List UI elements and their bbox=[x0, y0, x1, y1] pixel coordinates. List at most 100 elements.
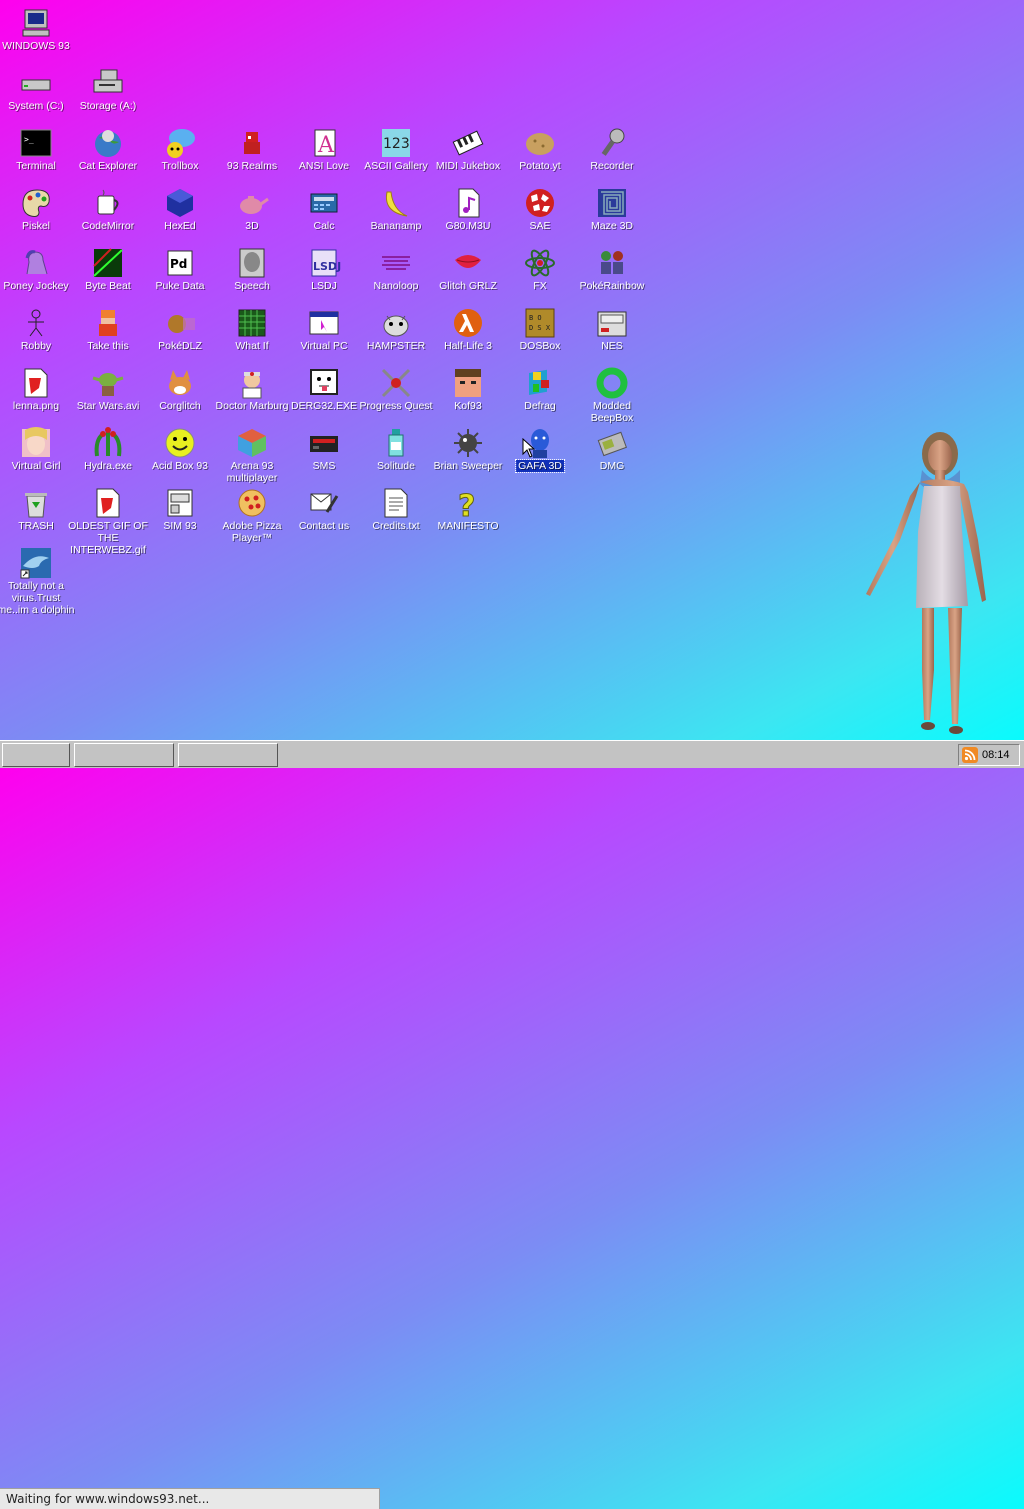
girl-face-icon bbox=[18, 426, 54, 460]
desktop-icon[interactable]: MIDI Jukebox bbox=[432, 124, 504, 184]
desktop-icon[interactable]: OLDEST GIF OF THE INTERWEBZ.gif bbox=[68, 484, 148, 556]
smiley-icon bbox=[162, 426, 198, 460]
desktop-icon[interactable]: Pd Puke Data bbox=[144, 244, 216, 304]
pokemon-glitch-icon bbox=[162, 306, 198, 340]
desktop-icon[interactable]: Progress Quest bbox=[360, 364, 432, 424]
desktop-icon[interactable]: System (C:) bbox=[0, 64, 72, 124]
svg-text:123: 123 bbox=[383, 136, 410, 152]
desktop-icon[interactable]: lenna.png bbox=[0, 364, 72, 424]
desktop-icon[interactable]: PokéRainbow bbox=[576, 244, 648, 304]
desktop-icon[interactable]: Contact us bbox=[288, 484, 360, 544]
desktop-icon[interactable]: SMS bbox=[288, 424, 360, 484]
desktop-icon[interactable]: HexEd bbox=[144, 184, 216, 244]
taskbar-button[interactable] bbox=[178, 743, 278, 767]
desktop-icon[interactable]: Storage (A:) bbox=[72, 64, 144, 124]
svg-text:A: A bbox=[317, 133, 335, 158]
desktop-icon[interactable]: Piskel bbox=[0, 184, 72, 244]
desktop-icon[interactable]: Defrag bbox=[504, 364, 576, 424]
taskbar-button[interactable] bbox=[74, 743, 174, 767]
desktop-icon[interactable]: Adobe Pizza Player™ bbox=[216, 484, 288, 544]
desktop-icon[interactable]: SIM 93 bbox=[144, 484, 216, 544]
desktop-icon[interactable]: Arena 93 multiplayer bbox=[216, 424, 288, 484]
text-file-icon bbox=[378, 486, 414, 520]
desktop-icon-label: Half-Life 3 bbox=[444, 340, 492, 352]
desktop-icon[interactable]: Byte Beat bbox=[72, 244, 144, 304]
desktop-icon[interactable]: G80.M3U bbox=[432, 184, 504, 244]
desktop-icon[interactable]: Maze 3D bbox=[576, 184, 648, 244]
desktop-icon[interactable]: NES bbox=[576, 304, 648, 364]
desktop-icon[interactable]: 123 ASCII Gallery bbox=[360, 124, 432, 184]
desktop-icon[interactable]: What If bbox=[216, 304, 288, 364]
desktop-icon[interactable]: 93 Realms bbox=[216, 124, 288, 184]
desktop-icon[interactable]: Recorder bbox=[576, 124, 648, 184]
desktop-icon[interactable]: LSDJ LSDJ bbox=[288, 244, 360, 304]
desktop-icon-label: ANSI Love bbox=[298, 160, 350, 172]
desktop-icon[interactable]: DMG bbox=[576, 424, 648, 484]
desktop-icon[interactable]: FX bbox=[504, 244, 576, 304]
desktop-icon-label: Virtual PC bbox=[300, 340, 348, 352]
desktop-icon[interactable]: Star Wars.avi bbox=[72, 364, 144, 424]
yoda-icon bbox=[90, 366, 126, 400]
desktop-icon[interactable]: Poney Jockey bbox=[0, 244, 72, 304]
desktop-icon[interactable]: HAMPSTER bbox=[360, 304, 432, 364]
desktop-icon[interactable]: >_ Terminal bbox=[0, 124, 72, 184]
desktop-icon[interactable]: Bananamp bbox=[360, 184, 432, 244]
desktop-icon-label: System (C:) bbox=[8, 100, 64, 112]
desktop-icon[interactable]: CodeMirror bbox=[72, 184, 144, 244]
desktop-icon[interactable]: PokéDLZ bbox=[144, 304, 216, 364]
taskbar-button[interactable] bbox=[2, 743, 70, 767]
desktop-icon[interactable]: Credits.txt bbox=[360, 484, 432, 544]
desktop-icon[interactable]: GAFA 3D bbox=[504, 424, 576, 484]
desktop-icon[interactable]: ? MANIFESTO bbox=[432, 484, 504, 544]
desktop-icon[interactable]: Potato.yt bbox=[504, 124, 576, 184]
desktop-icon-label: Trollbox bbox=[161, 160, 199, 172]
desktop-icon-label: Speech bbox=[234, 280, 270, 292]
desktop-icon[interactable]: SAE bbox=[504, 184, 576, 244]
desktop-icon[interactable]: A ANSI Love bbox=[288, 124, 360, 184]
desktop-icon[interactable]: Half-Life 3 bbox=[432, 304, 504, 364]
desktop-icon[interactable]: TRASH bbox=[0, 484, 72, 544]
desktop-icon[interactable]: Doctor Marburg bbox=[216, 364, 288, 424]
desktop-icon[interactable]: Take this bbox=[72, 304, 144, 364]
dolphin-icon bbox=[18, 546, 54, 580]
desktop-icon[interactable]: 3D bbox=[216, 184, 288, 244]
desktop-icon-label: HAMPSTER bbox=[366, 340, 426, 352]
desktop-icon[interactable]: Corglitch bbox=[144, 364, 216, 424]
virtual-girl-figure[interactable] bbox=[860, 420, 990, 740]
taskbar: Waiting for www.windows93.net... 08:14 bbox=[0, 740, 1024, 1509]
desktop-icon[interactable]: Modded BeepBox bbox=[576, 364, 648, 424]
desktop-icon-label: Calc bbox=[313, 220, 335, 232]
desktop-icon[interactable]: Cat Explorer bbox=[72, 124, 144, 184]
desktop-icon-label: Take this bbox=[87, 340, 129, 352]
desktop-icon[interactable]: Virtual PC bbox=[288, 304, 360, 364]
image-file-icon bbox=[18, 366, 54, 400]
doctor-icon bbox=[234, 366, 270, 400]
stripes-icon bbox=[378, 246, 414, 280]
desktop-icon[interactable]: Calc bbox=[288, 184, 360, 244]
desktop-icon-label: DERG32.EXE bbox=[291, 400, 357, 412]
desktop-icon-label: OLDEST GIF OF THE INTERWEBZ.gif bbox=[68, 520, 148, 556]
desktop-icon[interactable]: Hydra.exe bbox=[72, 424, 144, 484]
computer-icon bbox=[18, 6, 54, 40]
clock: 08:14 bbox=[982, 749, 1010, 761]
desktop-icon-label: Credits.txt bbox=[372, 520, 420, 532]
desktop-icon-label: Recorder bbox=[590, 160, 634, 172]
desktop-icon[interactable]: Trollbox bbox=[144, 124, 216, 184]
desktop-icon[interactable]: DERG32.EXE bbox=[288, 364, 360, 424]
desktop-icon[interactable]: Kof93 bbox=[432, 364, 504, 424]
rss-feed-icon[interactable] bbox=[962, 747, 978, 763]
desktop-icon[interactable]: Robby bbox=[0, 304, 72, 364]
desktop-icon[interactable]: Nanoloop bbox=[360, 244, 432, 304]
desktop-icon[interactable]: Virtual Girl bbox=[0, 424, 72, 484]
desktop-icon[interactable]: Acid Box 93 bbox=[144, 424, 216, 484]
desktop-icon-label: HexEd bbox=[164, 220, 196, 232]
desktop-icon[interactable]: Speech bbox=[216, 244, 288, 304]
desktop-icon[interactable]: WINDOWS 93 bbox=[0, 4, 72, 64]
desktop-icon[interactable]: Glitch GRLZ bbox=[432, 244, 504, 304]
hamster-icon bbox=[378, 306, 414, 340]
desktop-icon[interactable]: B O D S X DOSBox bbox=[504, 304, 576, 364]
defrag-icon bbox=[522, 366, 558, 400]
desktop-icon[interactable]: Brian Sweeper bbox=[432, 424, 504, 484]
desktop-icon[interactable]: Solitude bbox=[360, 424, 432, 484]
desktop-icon[interactable]: Totally not a virus.Trust me..im a dolph… bbox=[0, 544, 75, 616]
